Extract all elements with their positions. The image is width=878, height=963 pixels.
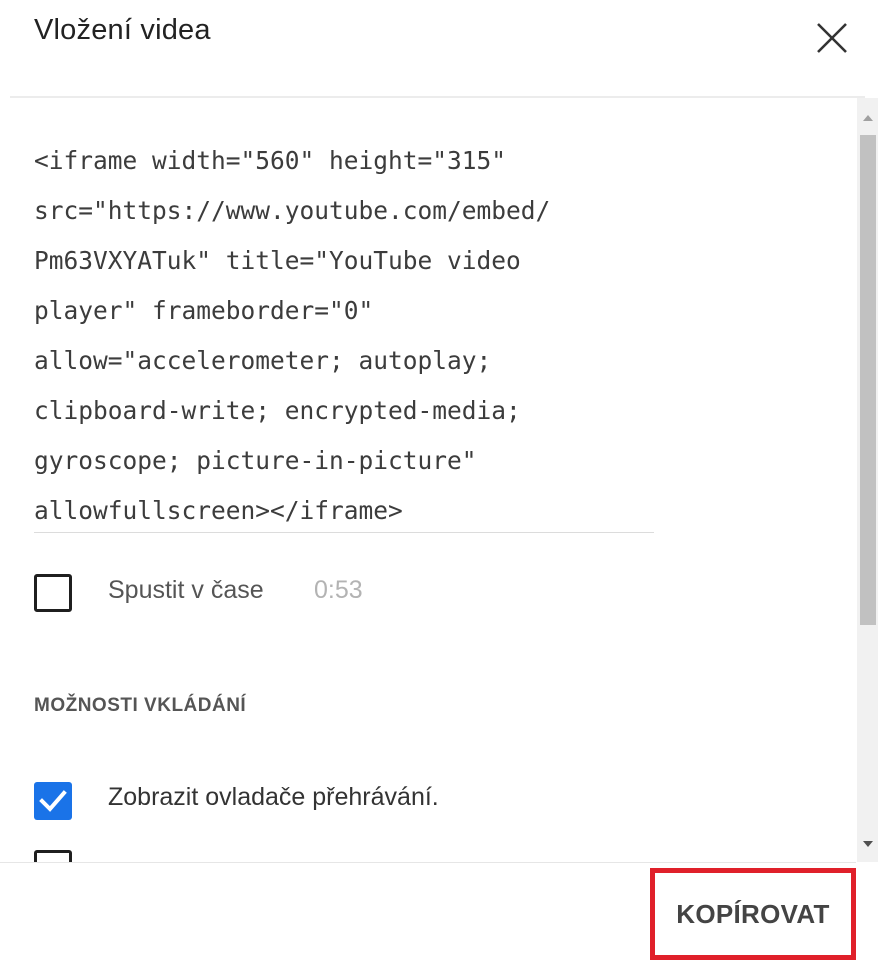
scroll-down-arrow[interactable] [862, 836, 874, 847]
code-underline [34, 532, 654, 533]
start-at-checkbox[interactable] [34, 574, 72, 612]
code-line: gyroscope; picture-in-picture" [34, 446, 477, 475]
embed-video-dialog: Vložení videa <iframe width="560" height… [0, 0, 878, 963]
code-line: src="https://www.youtube.com/embed/ [34, 196, 551, 225]
code-line: allow="accelerometer; autoplay; [34, 346, 492, 375]
code-line: Pm63VXYATuk" title="YouTube video [34, 246, 521, 275]
copy-button-label: KOPÍROVAT [676, 898, 830, 929]
start-at-label: Spustit v čase [108, 576, 264, 604]
code-line: allowfullscreen></iframe> [34, 496, 403, 525]
triangle-up-icon [863, 115, 873, 121]
next-option-checkbox[interactable] [34, 850, 72, 862]
code-line: clipboard-write; encrypted-media; [34, 396, 521, 425]
start-at-time[interactable]: 0:53 [314, 576, 363, 605]
copy-button[interactable]: KOPÍROVAT [650, 868, 856, 960]
code-line: player" frameborder="0" [34, 296, 374, 325]
show-controls-checkbox[interactable] [34, 782, 72, 820]
triangle-down-icon [863, 841, 873, 847]
close-button[interactable] [812, 18, 852, 58]
embed-options-heading: MOŽNOSTI VKLÁDÁNÍ [34, 695, 247, 716]
scroll-up-arrow[interactable] [862, 110, 874, 121]
scrollbar-thumb[interactable] [860, 135, 876, 625]
close-icon [817, 23, 847, 53]
dialog-title: Vložení videa [34, 14, 211, 46]
code-line: <iframe width="560" height="315" [34, 146, 507, 175]
checkmark-icon [39, 790, 67, 812]
show-controls-label: Zobrazit ovladače přehrávání. [108, 783, 439, 811]
footer-divider [0, 862, 856, 863]
dialog-content: <iframe width="560" height="315" src="ht… [0, 98, 856, 862]
embed-code-textarea[interactable]: <iframe width="560" height="315" src="ht… [34, 136, 674, 536]
